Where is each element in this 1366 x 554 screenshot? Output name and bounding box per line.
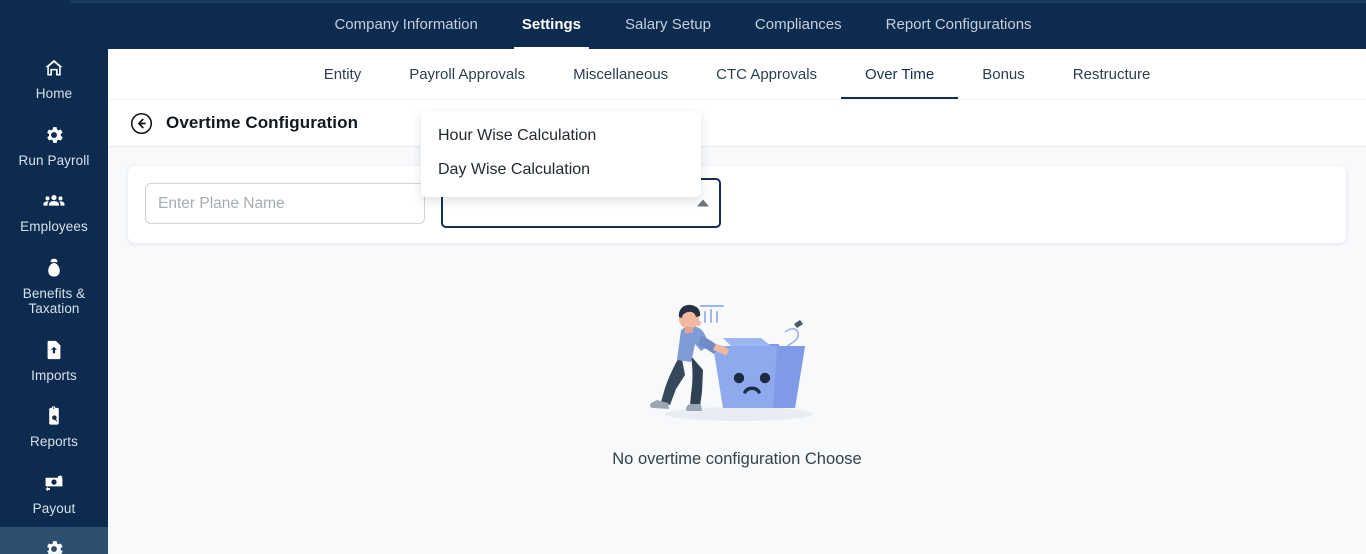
people-group-icon bbox=[43, 190, 65, 212]
tab-label: Bonus bbox=[982, 65, 1025, 83]
tab-label: Payroll Approvals bbox=[409, 65, 526, 83]
sidebar-item-label: Run Payroll bbox=[18, 152, 90, 168]
topnav-item-company-information[interactable]: Company Information bbox=[312, 0, 499, 49]
empty-state: No overtime configuration Choose bbox=[108, 294, 1366, 469]
tab-miscellaneous[interactable]: Miscellaneous bbox=[549, 49, 692, 99]
dropdown-option-hour-wise[interactable]: Hour Wise Calculation bbox=[421, 119, 701, 153]
sidebar-item-label: Employees bbox=[20, 219, 88, 235]
sidebar-item-benefits-taxation[interactable]: Benefits & Taxation bbox=[0, 246, 108, 328]
sidebar-item-label: Reports bbox=[30, 434, 78, 450]
money-bag-icon bbox=[43, 257, 65, 279]
sidebar-item-imports[interactable]: Imports bbox=[0, 328, 108, 395]
gear-icon bbox=[43, 124, 65, 146]
sidebar-item-label: Payout bbox=[32, 500, 76, 516]
sidebar: Home Run Payroll Employees Benefits & Ta… bbox=[0, 0, 108, 554]
clipboard-search-icon bbox=[43, 405, 65, 427]
file-upload-icon bbox=[43, 339, 65, 361]
dropdown-option-label: Day Wise Calculation bbox=[438, 161, 591, 178]
tab-ctc-approvals[interactable]: CTC Approvals bbox=[692, 49, 841, 99]
tab-label: Entity bbox=[323, 65, 362, 83]
sidebar-item-label: Imports bbox=[31, 367, 77, 383]
chevron-up-icon[interactable] bbox=[697, 199, 709, 207]
page-title-bar: Overtime Configuration bbox=[108, 99, 1366, 147]
tab-label: Over Time bbox=[865, 65, 935, 83]
gear-icon bbox=[43, 538, 65, 554]
tab-bonus[interactable]: Bonus bbox=[958, 49, 1049, 99]
sidebar-item-label: Home bbox=[35, 86, 73, 101]
dropdown-option-label: Hour Wise Calculation bbox=[438, 127, 597, 144]
top-header-bar: Company Information Settings Salary Setu… bbox=[0, 0, 1366, 49]
topnav-item-settings[interactable]: Settings bbox=[500, 0, 603, 49]
topnav-item-report-configurations[interactable]: Report Configurations bbox=[864, 0, 1054, 49]
topnav-item-label: Report Configurations bbox=[885, 16, 1032, 33]
topnav-item-label: Company Information bbox=[334, 16, 478, 33]
topnav-item-compliances[interactable]: Compliances bbox=[733, 0, 864, 49]
sidebar-item-configurations[interactable]: Configurations bbox=[0, 527, 108, 554]
empty-state-message: No overtime configuration Choose bbox=[612, 450, 862, 468]
top-navigation: Company Information Settings Salary Setu… bbox=[0, 0, 1366, 49]
sidebar-item-payout[interactable]: Payout bbox=[0, 461, 108, 528]
tab-label: CTC Approvals bbox=[716, 65, 818, 83]
money-exchange-icon bbox=[43, 472, 65, 494]
topnav-item-salary-setup[interactable]: Salary Setup bbox=[603, 0, 733, 49]
sidebar-item-reports[interactable]: Reports bbox=[0, 394, 108, 461]
tab-payroll-approvals[interactable]: Payroll Approvals bbox=[385, 49, 549, 99]
topnav-item-label: Settings bbox=[521, 16, 582, 33]
calculation-dropdown-menu[interactable]: Hour Wise Calculation Day Wise Calculati… bbox=[421, 111, 701, 197]
person-pushing-sad-box-illustration bbox=[627, 294, 847, 426]
sidebar-item-label: Benefits & Taxation bbox=[22, 285, 86, 317]
tab-entity[interactable]: Entity bbox=[300, 49, 386, 99]
topnav-item-label: Salary Setup bbox=[625, 16, 711, 33]
back-arrow-circle-icon[interactable] bbox=[130, 112, 153, 135]
page-title: Overtime Configuration bbox=[166, 113, 359, 132]
tab-label: Restructure bbox=[1072, 65, 1151, 83]
plan-name-input[interactable] bbox=[145, 183, 425, 224]
sidebar-item-employees[interactable]: Employees bbox=[0, 179, 108, 246]
sidebar-item-run-payroll[interactable]: Run Payroll bbox=[0, 113, 108, 180]
main-content: Entity Payroll Approvals Miscellaneous C… bbox=[108, 49, 1366, 554]
app-root: Home Run Payroll Employees Benefits & Ta… bbox=[0, 0, 1366, 554]
tab-label: Miscellaneous bbox=[573, 65, 669, 83]
topnav-item-label: Compliances bbox=[754, 16, 842, 33]
tab-restructure[interactable]: Restructure bbox=[1049, 49, 1175, 99]
tab-over-time[interactable]: Over Time bbox=[841, 49, 959, 99]
home-icon bbox=[43, 57, 65, 79]
sidebar-item-home[interactable]: Home bbox=[0, 46, 108, 113]
overtime-form-card: Calculation bbox=[128, 166, 1346, 243]
dropdown-option-day-wise[interactable]: Day Wise Calculation bbox=[421, 153, 701, 187]
settings-subtabs: Entity Payroll Approvals Miscellaneous C… bbox=[108, 49, 1366, 99]
